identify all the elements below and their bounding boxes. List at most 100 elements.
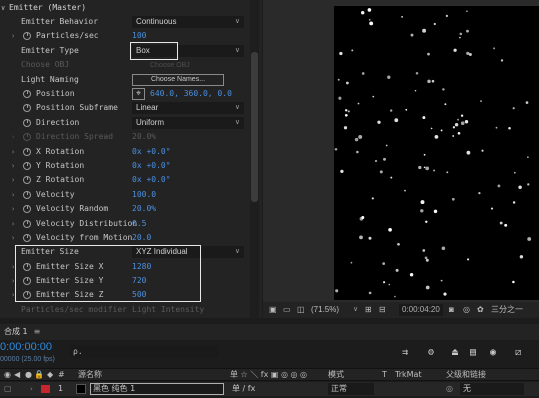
param-light-naming[interactable]: Light Naming Choose Names... bbox=[0, 73, 250, 87]
param-y-rotation[interactable]: › Y Rotation 0x +0.0° bbox=[0, 159, 250, 173]
expand-twirl-icon[interactable]: › bbox=[11, 188, 15, 202]
param-x-rotation[interactable]: › X Rotation 0x +0.0° bbox=[0, 145, 250, 159]
layer-row[interactable]: ▢ › 1 黑色 纯色 1 单 / fx 正常 ◎ 无 bbox=[0, 382, 539, 396]
transparency-grid-icon[interactable]: ⊟ bbox=[379, 302, 386, 318]
expand-twirl-icon[interactable]: › bbox=[11, 260, 15, 274]
expand-twirl-icon[interactable]: › bbox=[11, 29, 15, 43]
stopwatch-icon[interactable] bbox=[23, 133, 31, 141]
param-velocity-distribution[interactable]: › Velocity Distribution 0.5 bbox=[0, 217, 250, 231]
emitter-size-z-value[interactable]: 500 bbox=[132, 288, 146, 302]
monitor-icon[interactable]: ▭ bbox=[283, 302, 291, 318]
viewer-timecode[interactable]: 0:00:04:20 bbox=[399, 304, 443, 316]
expand-twirl-icon[interactable]: › bbox=[11, 130, 15, 144]
expand-twirl-icon[interactable]: › bbox=[11, 202, 15, 216]
column-source-name[interactable]: 源名称 bbox=[78, 369, 102, 380]
mask-icon[interactable]: ◫ bbox=[297, 302, 305, 318]
crosshair-icon[interactable]: ⌖ bbox=[132, 88, 145, 100]
stopwatch-icon[interactable] bbox=[23, 176, 31, 184]
shy-layers-icon[interactable]: ⏏ bbox=[452, 347, 458, 359]
tab-menu-icon[interactable]: ≡ bbox=[34, 327, 41, 336]
expand-layer-icon[interactable]: › bbox=[30, 382, 33, 396]
param-velocity-from-motion[interactable]: › Velocity from Motion 20.0 bbox=[0, 231, 250, 245]
show-channel-icon[interactable]: ◎ bbox=[463, 302, 470, 318]
pick-whip-icon[interactable]: ◎ bbox=[446, 382, 453, 396]
graph-editor-icon[interactable]: ⧄ bbox=[515, 347, 521, 359]
resolution-dropdown[interactable]: 三分之一 bbox=[491, 302, 523, 318]
param-emitter-size-y[interactable]: › Emitter Size Y 720 bbox=[0, 274, 250, 288]
stopwatch-icon[interactable] bbox=[23, 148, 31, 156]
draft-3d-icon[interactable]: ⚙ bbox=[428, 347, 434, 359]
stopwatch-icon[interactable] bbox=[23, 220, 31, 228]
position-subframe-dropdown[interactable]: Linear ∨ bbox=[132, 102, 244, 114]
layer-search-input[interactable]: ρ. bbox=[69, 345, 219, 358]
layer-name-field[interactable]: 黑色 纯色 1 bbox=[90, 383, 224, 395]
solo-column-icon[interactable]: ● bbox=[25, 369, 32, 380]
always-preview-icon[interactable]: ▣ bbox=[269, 302, 277, 318]
param-emitter-size-z[interactable]: › Emitter Size Z 500 bbox=[0, 288, 250, 302]
zoom-value[interactable]: (71.5%) bbox=[311, 302, 339, 318]
expand-twirl-icon[interactable]: › bbox=[11, 274, 15, 288]
param-emitter-behavior[interactable]: Emitter Behavior Continuous ∨ bbox=[0, 15, 250, 29]
zoom-dropdown-icon[interactable]: ∨ bbox=[353, 302, 358, 318]
blend-mode-dropdown[interactable]: 正常 bbox=[328, 383, 374, 395]
expand-twirl-icon[interactable]: › bbox=[11, 288, 15, 302]
z-rotation-value[interactable]: 0x +0.0° bbox=[132, 173, 171, 187]
emitter-master-group[interactable]: ∨ Emitter (Master) bbox=[0, 1, 250, 15]
emitter-behavior-dropdown[interactable]: Continuous ∨ bbox=[132, 16, 244, 28]
layer-label-color[interactable] bbox=[41, 385, 50, 393]
particles-sec-value[interactable]: 100 bbox=[132, 29, 146, 43]
stopwatch-icon[interactable] bbox=[23, 234, 31, 242]
param-position[interactable]: Position ⌖ 640.0, 360.0, 0.0 bbox=[0, 87, 250, 101]
stopwatch-icon[interactable] bbox=[23, 263, 31, 271]
layer-switches[interactable]: 单 / fx bbox=[232, 382, 255, 396]
param-choose-obj[interactable]: Choose OBJ Choose OBJ bbox=[0, 58, 250, 72]
visibility-toggle[interactable]: ▢ bbox=[4, 382, 12, 396]
label-column-icon[interactable]: ◆ bbox=[47, 369, 53, 380]
velocity-from-motion-value[interactable]: 20.0 bbox=[132, 231, 151, 245]
velocity-value[interactable]: 100.0 bbox=[132, 188, 156, 202]
stopwatch-icon[interactable] bbox=[23, 119, 31, 127]
emitter-size-y-value[interactable]: 720 bbox=[132, 274, 146, 288]
tab-composition-1[interactable]: 合成 1 ≡ bbox=[4, 324, 40, 340]
velocity-distribution-value[interactable]: 0.5 bbox=[132, 217, 146, 231]
current-time-display[interactable]: 0:00:00:00 bbox=[0, 341, 52, 353]
expand-twirl-icon[interactable]: › bbox=[11, 145, 15, 159]
param-emitter-size-x[interactable]: › Emitter Size X 1280 bbox=[0, 260, 250, 274]
emitter-size-dropdown[interactable]: XYZ Individual ∨ bbox=[132, 246, 244, 258]
region-of-interest-icon[interactable]: ⊞ bbox=[365, 302, 372, 318]
param-direction-spread[interactable]: › Direction Spread 20.0% bbox=[0, 130, 250, 144]
stopwatch-icon[interactable] bbox=[23, 32, 31, 40]
expand-twirl-icon[interactable]: › bbox=[11, 173, 15, 187]
column-trkmat[interactable]: TrkMat bbox=[395, 369, 422, 380]
frame-blending-icon[interactable]: ▤ bbox=[470, 347, 476, 359]
expand-twirl-icon[interactable]: › bbox=[11, 217, 15, 231]
stopwatch-icon[interactable] bbox=[23, 191, 31, 199]
param-particles-sec-modifier[interactable]: Particles/sec modifier Light Intensity bbox=[0, 303, 250, 317]
motion-blur-icon[interactable]: ◉ bbox=[490, 347, 496, 359]
param-velocity[interactable]: › Velocity 100.0 bbox=[0, 188, 250, 202]
expand-twirl-icon[interactable]: › bbox=[11, 159, 15, 173]
eye-column-icon[interactable]: ◉ bbox=[4, 369, 11, 380]
param-emitter-type[interactable]: Emitter Type Box ∨ bbox=[0, 44, 250, 58]
x-rotation-value[interactable]: 0x +0.0° bbox=[132, 145, 171, 159]
stopwatch-icon[interactable] bbox=[23, 90, 31, 98]
param-emitter-size[interactable]: Emitter Size XYZ Individual ∨ bbox=[0, 245, 250, 259]
stopwatch-icon[interactable] bbox=[23, 205, 31, 213]
stopwatch-icon[interactable] bbox=[23, 162, 31, 170]
lock-column-icon[interactable]: 🔒 bbox=[34, 369, 44, 380]
param-velocity-random[interactable]: › Velocity Random 20.0% bbox=[0, 202, 250, 216]
y-rotation-value[interactable]: 0x +0.0° bbox=[132, 159, 171, 173]
color-wheel-icon[interactable]: ✿ bbox=[477, 302, 484, 318]
scrollbar-thumb[interactable] bbox=[251, 52, 258, 202]
stopwatch-icon[interactable] bbox=[23, 277, 31, 285]
expand-twirl-icon[interactable]: › bbox=[11, 231, 15, 245]
camera-icon[interactable]: ◙ bbox=[449, 302, 454, 318]
emitter-type-dropdown[interactable]: Box ∨ bbox=[132, 45, 244, 57]
collapse-icon[interactable]: ∨ bbox=[1, 1, 5, 15]
emitter-size-x-value[interactable]: 1280 bbox=[132, 260, 151, 274]
choose-names-button[interactable]: Choose Names... bbox=[132, 74, 224, 86]
param-position-subframe[interactable]: Position Subframe Linear ∨ bbox=[0, 101, 250, 115]
column-mode[interactable]: 模式 bbox=[328, 369, 344, 380]
direction-dropdown[interactable]: Uniform ∨ bbox=[132, 117, 244, 129]
param-particles-sec[interactable]: › Particles/sec 100 bbox=[0, 29, 250, 43]
